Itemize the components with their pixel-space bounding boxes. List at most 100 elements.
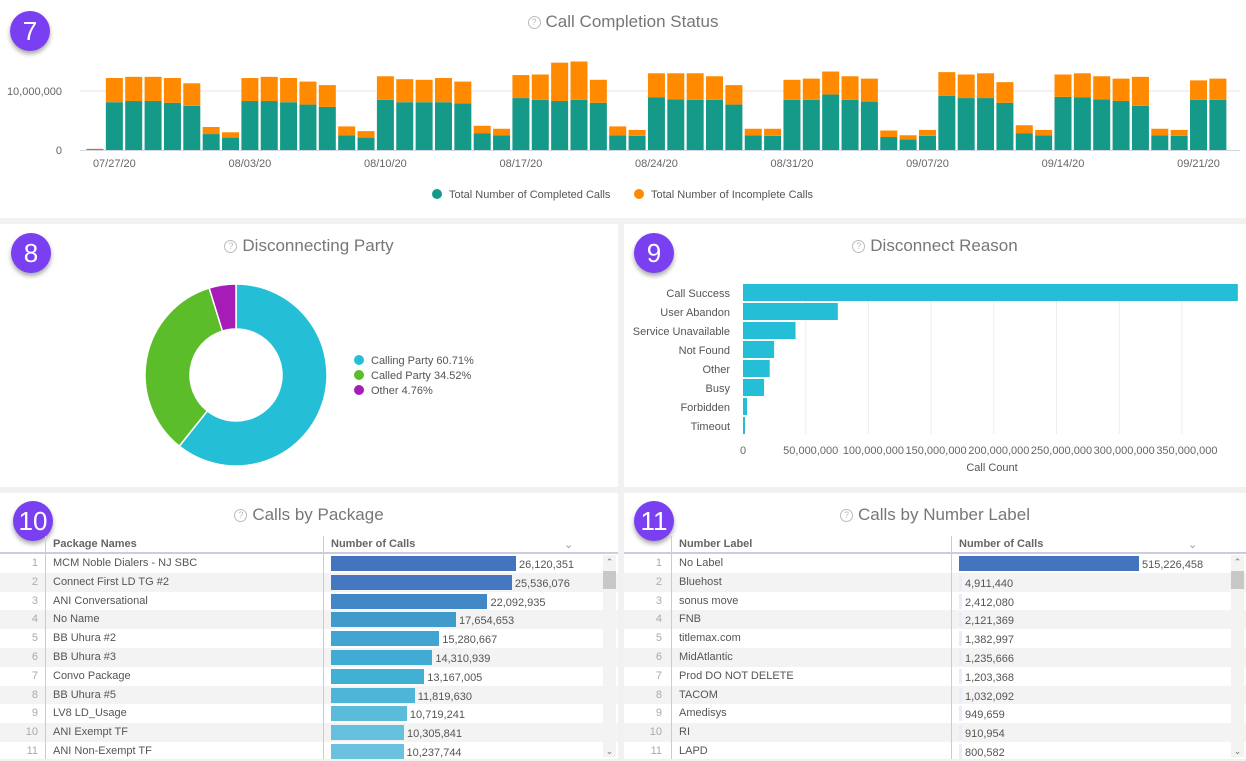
table-row[interactable]: 9LV8 LD_Usage10,719,241	[0, 704, 618, 723]
category-label: Busy	[706, 383, 731, 395]
y-tick-label: 10,000,000	[7, 86, 62, 98]
chevron-down-icon[interactable]: ⌄	[603, 746, 616, 757]
row-number: 6	[0, 651, 38, 663]
completed-calls-bar	[261, 101, 278, 150]
table-row[interactable]: 7Prod DO NOT DELETE1,203,368	[624, 667, 1246, 686]
incomplete-calls-bar	[338, 126, 355, 135]
completed-calls-bar	[222, 138, 239, 150]
completed-calls-bar	[1093, 99, 1110, 150]
reason-bar	[743, 322, 796, 339]
table-row[interactable]: 7Convo Package13,167,005	[0, 667, 618, 686]
incomplete-calls-bar	[977, 73, 994, 98]
vertical-scrollbar[interactable]: ⌃⌄	[603, 555, 616, 757]
completed-calls-bar	[532, 100, 549, 150]
row-value: 800,582	[965, 747, 1005, 759]
table-row[interactable]: 9Amedisys949,659	[624, 704, 1246, 723]
x-tick-label: 100,000,000	[843, 445, 904, 457]
column-header-number-label[interactable]: Number Label	[679, 538, 752, 550]
row-number: 5	[624, 632, 662, 644]
row-label: BB Uhura #3	[53, 651, 116, 663]
table-row[interactable]: 8TACOM1,032,092	[624, 686, 1246, 705]
table-row[interactable]: 1No Label515,226,458	[624, 554, 1246, 573]
disconnecting-party-donut: Calling Party 60.71%Called Party 34.52%O…	[0, 224, 618, 487]
value-bar	[331, 575, 512, 590]
disconnecting-party-panel: 8 ?Disconnecting Party Calling Party 60.…	[0, 224, 618, 487]
incomplete-calls-bar	[319, 85, 336, 107]
row-number: 10	[0, 726, 38, 738]
row-value: 14,310,939	[435, 653, 490, 665]
row-value: 910,954	[965, 728, 1005, 740]
row-value: 515,226,458	[1142, 559, 1203, 571]
category-label: Other	[702, 364, 730, 376]
row-label: Convo Package	[53, 670, 131, 682]
incomplete-calls-bar	[474, 126, 491, 134]
row-number: 9	[0, 707, 38, 719]
scrollbar-thumb[interactable]	[603, 571, 616, 589]
incomplete-calls-bar	[958, 74, 975, 98]
question-circle-icon[interactable]: ?	[840, 509, 853, 522]
table-row[interactable]: 6 BB Uhura #3 14,310,939	[0, 648, 618, 667]
completed-calls-bar	[1190, 100, 1207, 150]
legend-label-incomplete: Total Number of Incomplete Calls	[651, 189, 814, 201]
completed-calls-bar	[861, 102, 878, 150]
incomplete-calls-bar	[609, 126, 626, 135]
incomplete-calls-bar	[241, 78, 258, 101]
table-row[interactable]: 1MCM Noble Dialers - NJ SBC26,120,351	[0, 554, 618, 573]
chevron-up-icon[interactable]: ⌃	[1231, 557, 1244, 568]
x-tick-label: 08/24/20	[635, 158, 678, 170]
incomplete-calls-bar	[764, 129, 781, 136]
column-header-number-of-calls[interactable]: Number of Calls	[959, 538, 1043, 550]
completed-calls-bar	[822, 95, 839, 150]
table-row[interactable]: 8BB Uhura #511,819,630	[0, 686, 618, 705]
completed-calls-bar	[783, 100, 800, 150]
table-row[interactable]: 3sonus move2,412,080	[624, 592, 1246, 611]
scrollbar-thumb[interactable]	[1231, 571, 1244, 589]
table-row[interactable]: 5titlemax.com1,382,997	[624, 629, 1246, 648]
row-number: 2	[624, 576, 662, 588]
completed-calls-bar	[164, 103, 181, 150]
completed-calls-bar	[667, 99, 684, 150]
y-tick-label: 0	[56, 145, 62, 157]
call-completion-chart: 010,000,00007/27/2008/03/2008/10/2008/17…	[0, 0, 1246, 218]
vertical-scrollbar[interactable]: ⌃⌄	[1231, 555, 1244, 757]
completed-calls-bar	[377, 100, 394, 150]
chevron-up-icon[interactable]: ⌃	[603, 557, 616, 568]
value-bar	[331, 688, 415, 703]
completed-calls-bar	[1074, 97, 1091, 150]
table-row[interactable]: 6MidAtlantic1,235,666	[624, 648, 1246, 667]
table-row[interactable]: 4FNB2,121,369	[624, 610, 1246, 629]
row-number: 4	[0, 613, 38, 625]
incomplete-calls-bar	[900, 135, 917, 139]
completed-calls-bar	[880, 137, 897, 150]
legend-marker	[354, 385, 364, 395]
table-row[interactable]: 10RI910,954	[624, 723, 1246, 742]
incomplete-calls-bar	[377, 76, 394, 100]
x-tick-label: 250,000,000	[1031, 445, 1092, 457]
table-row[interactable]: 2Connect First LD TG #225,536,076	[0, 573, 618, 592]
incomplete-calls-bar	[1171, 130, 1188, 136]
table-row[interactable]: 11ANI Non-Exempt TF10,237,744	[0, 742, 618, 761]
table-row[interactable]: 10ANI Exempt TF10,305,841	[0, 723, 618, 742]
column-header-number-of-calls[interactable]: Number of Calls	[331, 538, 415, 550]
row-label: Bluehost	[679, 576, 722, 588]
table-row[interactable]: 5BB Uhura #215,280,667	[0, 629, 618, 648]
table-row[interactable]: 3ANI Conversational22,092,935	[0, 592, 618, 611]
row-value: 949,659	[965, 709, 1005, 721]
chevron-down-icon[interactable]: ⌄	[564, 538, 573, 551]
row-value: 2,412,080	[965, 597, 1014, 609]
value-bar	[959, 706, 962, 721]
incomplete-calls-bar	[706, 76, 723, 100]
incomplete-calls-bar	[822, 72, 839, 95]
completed-calls-bar	[803, 100, 820, 150]
table-row[interactable]: 11LAPD800,582	[624, 742, 1246, 761]
row-number: 1	[0, 557, 38, 569]
chevron-down-icon[interactable]: ⌄	[1231, 746, 1244, 757]
table-row[interactable]: 4No Name17,654,653	[0, 610, 618, 629]
row-number: 1	[624, 557, 662, 569]
value-bar	[959, 612, 962, 627]
column-header-package-names[interactable]: Package Names	[53, 538, 137, 550]
question-circle-icon[interactable]: ?	[234, 509, 247, 522]
chevron-down-icon[interactable]: ⌄	[1188, 538, 1197, 551]
incomplete-calls-bar	[145, 77, 162, 101]
table-row[interactable]: 2Bluehost4,911,440	[624, 573, 1246, 592]
